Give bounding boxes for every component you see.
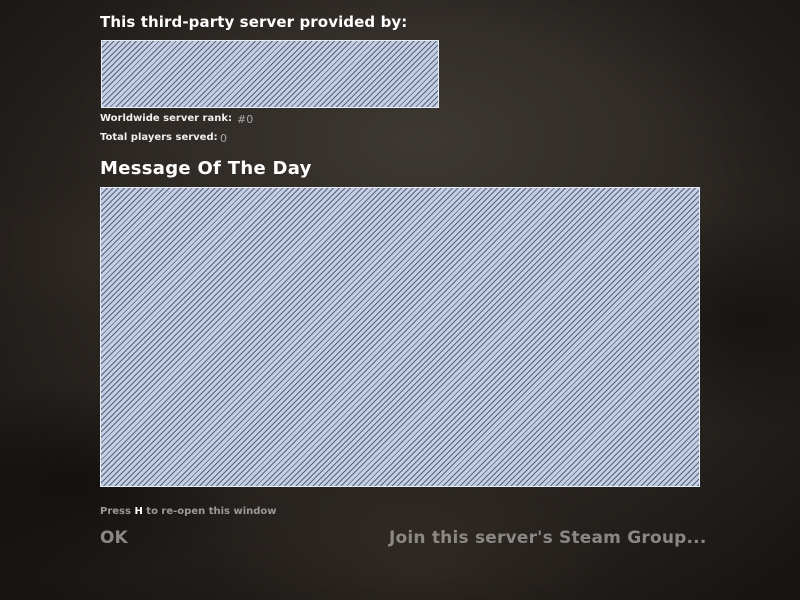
reopen-hint-suffix: to re-open this window	[142, 506, 277, 517]
motd-content-panel[interactable]	[100, 187, 700, 487]
provider-title: This third-party server provided by:	[100, 13, 408, 31]
players-served-label: Total players served:	[100, 132, 218, 143]
players-served-value: 0	[220, 132, 227, 145]
motd-title: Message Of The Day	[100, 158, 312, 179]
join-steam-group-button[interactable]: Join this server's Steam Group...	[389, 528, 706, 548]
reopen-hint-prefix: Press	[100, 506, 135, 517]
ok-button[interactable]: OK	[100, 528, 128, 548]
server-rank-label: Worldwide server rank:	[100, 113, 232, 124]
provider-banner-image	[101, 40, 439, 108]
server-rank-value: #0	[237, 113, 254, 126]
reopen-hint: Press H to re-open this window	[100, 506, 277, 517]
reopen-hint-key: H	[134, 506, 143, 517]
